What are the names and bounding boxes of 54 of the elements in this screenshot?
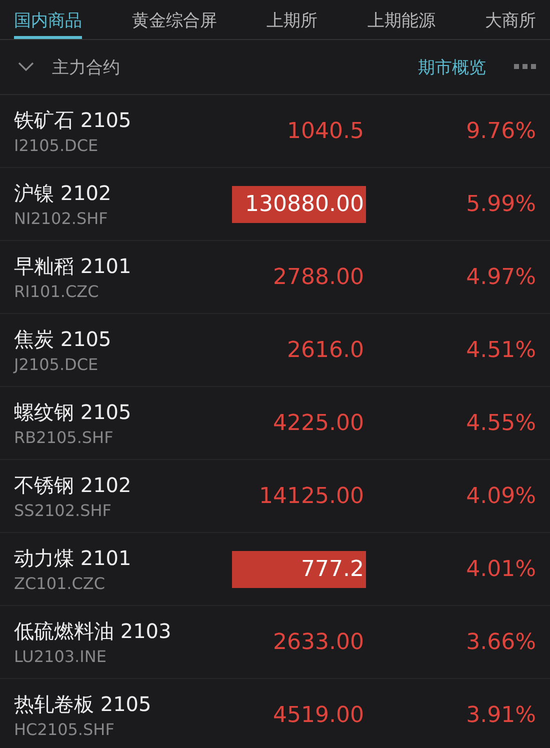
tab[interactable]: 黄金综合屏 — [132, 0, 217, 39]
contract-code: RB2105.SHF — [14, 428, 114, 447]
tab[interactable]: 国内商品 — [14, 0, 82, 39]
price: 1040.5 — [286, 118, 365, 146]
change-percent: 4.51% — [465, 338, 536, 362]
price: 2633.00 — [272, 628, 365, 656]
price: 2788.00 — [272, 264, 365, 292]
contract-row[interactable]: 动力煤 2101 ZC101.CZC 777.2 4.01% — [0, 533, 550, 606]
change-percent: 4.97% — [465, 264, 536, 290]
more-icon[interactable] — [514, 64, 536, 70]
contract-row[interactable]: 螺纹钢 2105 RB2105.SHF 4225.00 4.55% — [0, 387, 550, 460]
market-overview-link[interactable]: 期市概览 — [418, 56, 486, 78]
contract-name: 沪镍 2102 — [14, 180, 112, 207]
chevron-icon[interactable] — [18, 62, 34, 72]
price: 777.2 — [232, 550, 366, 588]
contract-row[interactable]: 早籼稻 2101 RI101.CZC 2788.00 4.97% — [0, 241, 550, 314]
contract-name: 热轧卷板 2105 — [14, 691, 152, 718]
contract-name: 焦炭 2105 — [14, 326, 112, 353]
price: 4225.00 — [272, 410, 365, 438]
contract-row[interactable]: 沪镍 2102 NI2102.SHF 130880.00 5.99% — [0, 168, 550, 241]
contract-name: 低硫燃料油 2103 — [14, 618, 172, 645]
contract-code: HC2105.SHF — [14, 720, 116, 739]
contract-code: NI2102.SHF — [14, 209, 109, 228]
change-percent: 9.76% — [465, 118, 536, 144]
change-percent: 4.55% — [465, 410, 536, 436]
contract-row[interactable]: 低硫燃料油 2103 LU2103.INE 2633.00 3.66% — [0, 606, 550, 679]
price: 4519.00 — [272, 702, 365, 730]
change-percent: 4.09% — [465, 484, 536, 508]
contract-code: LU2103.INE — [14, 647, 108, 666]
contract-row[interactable]: 热轧卷板 2105 HC2105.SHF 4519.00 3.91% — [0, 679, 550, 748]
change-percent: 4.01% — [465, 556, 536, 582]
section-title: 主力合约 — [52, 56, 121, 78]
contract-row[interactable]: 焦炭 2105 J2105.DCE 2616.0 4.51% — [0, 314, 550, 387]
contract-code: RI101.CZC — [14, 282, 100, 301]
tab[interactable]: 上期能源 — [367, 0, 436, 39]
contract-code: ZC101.CZC — [14, 574, 106, 593]
contract-row[interactable]: 不锈钢 2102 SS2102.SHF 14125.00 4.09% — [0, 460, 550, 533]
contract-name: 铁矿石 2105 — [14, 107, 132, 134]
change-percent: 3.66% — [465, 630, 536, 654]
contract-name: 早籼稻 2101 — [14, 253, 132, 280]
contract-code: I2105.DCE — [14, 136, 100, 155]
price: 14125.00 — [258, 482, 365, 510]
price: 2616.0 — [286, 336, 365, 364]
contract-name: 动力煤 2101 — [14, 545, 132, 572]
contract-code: J2105.DCE — [14, 355, 100, 374]
price: 130880.00 — [232, 186, 366, 222]
contract-row[interactable]: 铁矿石 2105 I2105.DCE 1040.5 9.76% — [0, 95, 550, 168]
contract-name: 螺纹钢 2105 — [14, 399, 132, 426]
tab[interactable]: 大商所 — [485, 0, 536, 39]
tab[interactable]: 上期所 — [266, 0, 318, 39]
contract-code: SS2102.SHF — [14, 501, 113, 520]
change-percent: 3.91% — [465, 702, 536, 728]
contract-name: 不锈钢 2102 — [14, 472, 132, 499]
change-percent: 5.99% — [465, 192, 536, 216]
